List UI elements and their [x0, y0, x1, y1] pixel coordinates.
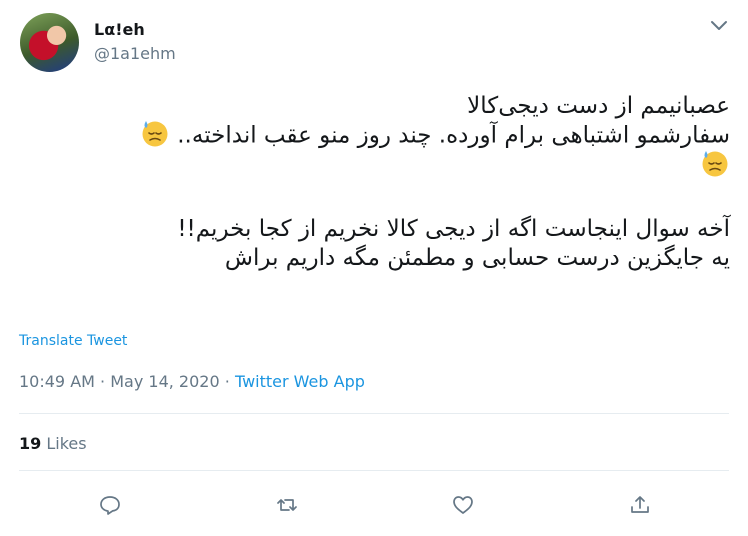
tweet-date[interactable]: May 14, 2020: [110, 372, 219, 391]
divider: [19, 470, 729, 471]
meta-separator: ·: [100, 372, 106, 391]
chevron-down-icon[interactable]: [708, 18, 730, 34]
heart-icon[interactable]: [449, 491, 477, 519]
tweet-line: عصبانیمم از دست دیجی‌کالا: [467, 93, 730, 119]
tweet-line-text: سفارشمو اشتباهی برام آورده. چند روز منو …: [177, 122, 730, 149]
sweat-face-icon: [140, 118, 170, 148]
likes-count: 19: [19, 434, 42, 453]
tweet-line: آخه سوال اینجاست اگه از دیجی کالا نخریم …: [177, 216, 730, 242]
user-handle[interactable]: @1a1ehm: [94, 44, 176, 64]
sweat-face-icon: [700, 148, 730, 178]
tweet-line: [14, 151, 730, 181]
share-icon[interactable]: [626, 491, 654, 519]
translate-tweet-link[interactable]: Translate Tweet: [19, 333, 127, 349]
tweet-line: یه جایگزین درست حسابی و مطمئن مگه داریم …: [224, 245, 730, 271]
reply-icon[interactable]: [96, 491, 124, 519]
meta-separator: ·: [224, 372, 230, 391]
divider: [19, 413, 729, 414]
tweet-meta: 10:49 AM · May 14, 2020 · Twitter Web Ap…: [19, 372, 365, 392]
tweet-text: عصبانیمم از دست دیجی‌کالا سفارشمو اشتباه…: [14, 92, 730, 273]
retweet-icon[interactable]: [273, 491, 301, 519]
display-name[interactable]: Lα!eh: [94, 20, 145, 40]
avatar[interactable]: [20, 13, 79, 72]
likes-label: Likes: [46, 434, 87, 453]
tweet-time[interactable]: 10:49 AM: [19, 372, 95, 391]
likes-stat[interactable]: 19 Likes: [19, 434, 87, 454]
tweet-line: سفارشمو اشتباهی برام آورده. چند روز منو …: [14, 121, 730, 151]
source-app-link[interactable]: Twitter Web App: [235, 372, 365, 391]
